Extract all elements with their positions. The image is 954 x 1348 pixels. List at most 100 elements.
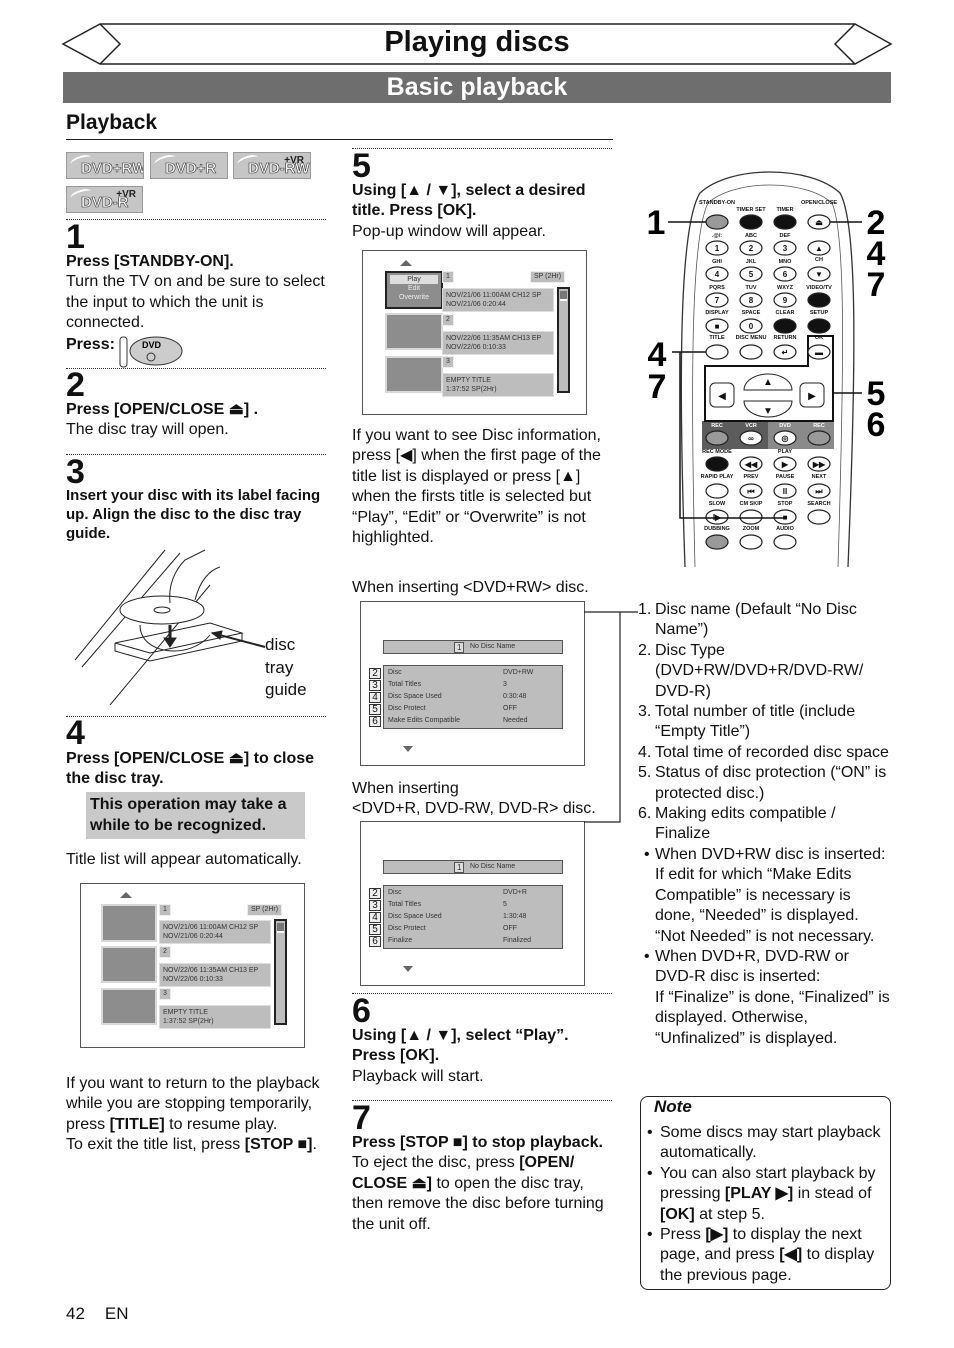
section-banner: Basic playback (63, 72, 891, 103)
button-glyph-icon: 3 (783, 244, 788, 253)
note-item: • Press [▶] to display the next page, and… (647, 1226, 875, 1284)
disc-info-label: Total Titles (388, 681, 422, 688)
popup-item-edit[interactable]: Edit (387, 284, 441, 293)
arrow-icon: ◀ (718, 391, 726, 402)
button-glyph-icon: ▶▶ (812, 460, 826, 469)
scroll-down-icon (403, 746, 413, 752)
left-arrow-button: ◀ (709, 382, 735, 408)
button-label: NEXT (812, 474, 827, 480)
step-instruction: Insert your disc with its label facing u… (66, 487, 321, 542)
callout-number: 5 (369, 924, 381, 935)
callout-number: 3 (369, 900, 381, 911)
button-label: REC MODE (702, 449, 732, 455)
disc-info-label: Make Edits Compatible (388, 717, 460, 724)
legend-item: 1. Disc name (Default “No Disc Name”) (638, 601, 857, 639)
disc-info-value: 0:30:48 (503, 693, 527, 700)
arrow-icon: ▼ (763, 406, 773, 417)
step-instruction: Press [STANDBY-ON]. (66, 253, 234, 270)
dvd-r-vr-logo: +VR DVD-R (66, 186, 143, 213)
button-label: ZOOM (743, 526, 760, 532)
note-title: Note (654, 1097, 692, 1116)
button-label: VIDEO/TV (806, 285, 832, 291)
step-number: 6 (352, 992, 371, 1030)
callout-step-number: 6 (867, 406, 886, 444)
button-glyph-icon: II (783, 487, 787, 496)
title-info: EMPTY TITLE 1:37:52 SP(2Hr) (159, 1005, 271, 1029)
title-thumbnail (385, 313, 443, 350)
callout-step-number: 1 (647, 204, 666, 242)
button-label: SLOW (709, 501, 726, 507)
button-label: OK (815, 335, 823, 341)
callout-number: 1 (454, 642, 465, 653)
button-label: CH (815, 257, 823, 263)
callout-number: 2 (369, 668, 381, 679)
scroll-up-icon (400, 260, 412, 266)
disc-name-bar: 1 No Disc Name (383, 640, 563, 654)
legend-item: If edit for which “Make Edits Compatible… (655, 866, 875, 945)
step-description: Title list will appear automatically. (66, 851, 302, 868)
disc-info-label: Total Titles (388, 901, 422, 908)
note-item: • You can also start playback by pressing… (647, 1164, 876, 1223)
step-number: 2 (66, 366, 85, 404)
remote-button-slow: I▶SLOW (705, 501, 729, 525)
button-glyph-icon: 6 (783, 270, 788, 279)
button-label: WXYZ (777, 285, 794, 291)
step-number: 4 (66, 714, 85, 752)
disc-info-value: DVD+R (503, 889, 527, 896)
title-list-popup-screen: Play Edit Overwrite 1 SP (2Hr) NOV/21/06… (362, 250, 587, 415)
scroll-down-icon (403, 966, 413, 972)
button-label: SPACE (742, 310, 761, 316)
disc-info-value: OFF (503, 925, 517, 932)
remote-button-return: ↵ RETURN (773, 335, 797, 360)
callout-number: 2 (369, 888, 381, 899)
remote-button-cm-skip: CM SKIP (739, 501, 763, 525)
button-label: REC (711, 423, 723, 429)
disc-info-value: Needed (503, 717, 528, 724)
button-label: TITLE (709, 335, 725, 341)
recognition-warning: This operation may take a while to be re… (86, 792, 305, 839)
scroll-up-icon (120, 892, 132, 898)
disc-info-screen-dvd-rw: 1 No Disc Name 2 Disc DVD+RW 3 Total Titles 3 4 D… (360, 601, 585, 766)
popup-item-overwrite[interactable]: Overwrite (387, 293, 441, 302)
scrollbar[interactable] (274, 919, 287, 1025)
scrollbar[interactable] (557, 287, 570, 393)
step-description: The disc tray will open. (66, 421, 229, 439)
disc-info-label: Disc Protect (388, 705, 426, 712)
button-label: PREV (744, 474, 759, 480)
divider (66, 219, 326, 220)
callout-step-number: 7 (648, 368, 667, 406)
callout-step-number: 7 (867, 266, 886, 304)
title-info: NOV/21/06 11:00AM CH12 SP NOV/21/06 0:20:… (442, 288, 554, 312)
disc-info-label: Disc Space Used (388, 693, 442, 700)
arrow-icon: ▶ (808, 391, 816, 402)
button-label: TIMER SET (736, 207, 766, 213)
page-title: Playing discs (384, 26, 570, 58)
button-label: PLAY (778, 449, 792, 455)
remote-button-btn: ◀◀ (739, 456, 763, 472)
button-glyph-icon: ▶ (781, 460, 789, 469)
step-description: Playback will start. (352, 1067, 484, 1085)
legend-item: • When DVD+RW disc is inserted: (644, 845, 886, 863)
callout-number: 3 (369, 680, 381, 691)
dvd-r-caption: When inserting <DVD+R, DVD-RW, DVD-R> dis… (352, 780, 596, 818)
divider (66, 368, 326, 369)
callout-number: 4 (369, 692, 381, 703)
dvd-plus-rw-logo: DVD+RW (66, 152, 144, 179)
disc-info-value: OFF (503, 705, 517, 712)
disc-info-legend: 1. Disc name (Default “No Disc Name”) 2. Di… (638, 600, 890, 1049)
divider (352, 1100, 612, 1101)
step-instruction: Press [OPEN/CLOSE ⏏] . (66, 401, 259, 418)
legend-item: • When DVD+R, DVD-RW or DVD-R disc is ins… (644, 947, 849, 986)
divider (66, 454, 326, 455)
legend-item: 4. Total time of recorded disc space (638, 743, 889, 761)
step-instruction: Press [STOP ■] to stop playback. (352, 1134, 603, 1151)
disc-info-label: Disc (388, 889, 402, 896)
remote-button-timer: TIMER (773, 207, 797, 230)
remote-button-btn: ▶▶ (807, 456, 831, 472)
section-heading: Playback (66, 111, 158, 134)
disc-info-label: Disc Protect (388, 925, 426, 932)
button-glyph-icon: ◀◀ (744, 460, 758, 469)
button-label: REC (813, 423, 825, 429)
popup-item-play[interactable]: Play (390, 275, 438, 284)
button-glyph-icon: ↵ (782, 348, 789, 357)
